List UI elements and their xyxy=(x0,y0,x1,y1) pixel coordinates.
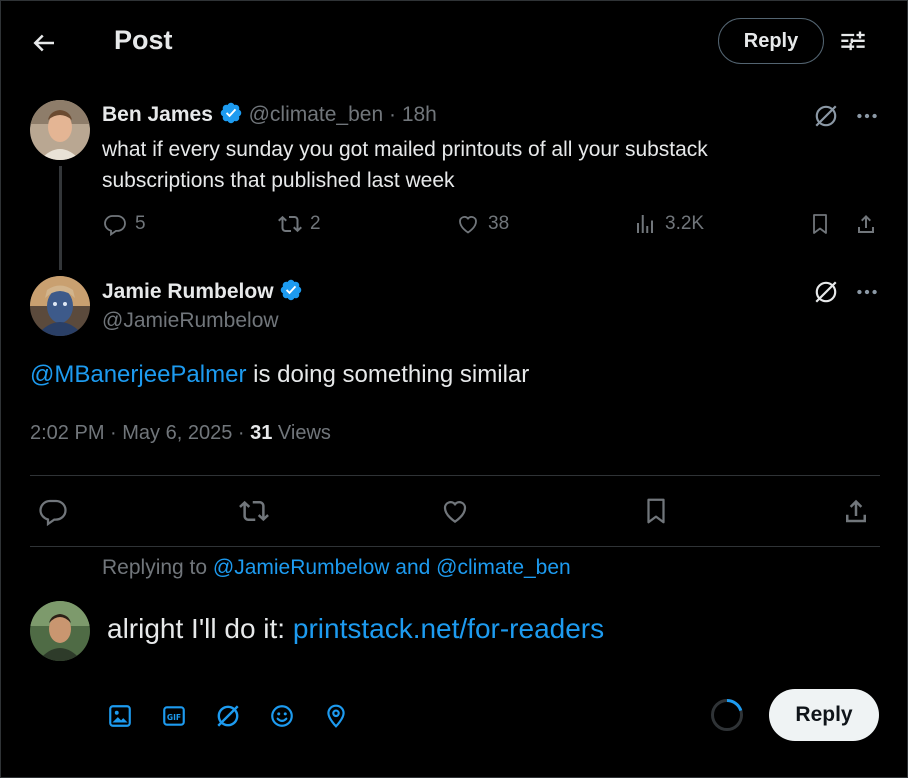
svg-text:GIF: GIF xyxy=(167,713,181,722)
author-handle[interactable]: @climate_ben xyxy=(249,103,384,126)
divider xyxy=(30,475,880,476)
replying-to-prefix: Replying to xyxy=(102,556,213,579)
main-tweet-text: @MBanerjeePalmer is doing something simi… xyxy=(30,361,529,389)
compose-link[interactable]: printstack.net/for-readers xyxy=(293,613,604,644)
share-icon xyxy=(858,215,874,233)
emoji-icon[interactable] xyxy=(269,703,295,729)
submit-reply-button[interactable]: Reply xyxy=(769,689,879,741)
author-name[interactable]: Jamie Rumbelow xyxy=(102,280,274,303)
verified-badge-icon xyxy=(279,278,303,302)
avatar-current-user[interactable] xyxy=(30,601,90,661)
post-page: Post Reply Ben James @climate_ben · 18h … xyxy=(0,0,908,778)
repost-action[interactable]: 2 xyxy=(278,212,321,236)
reply-count: 5 xyxy=(135,213,146,234)
bookmark-button[interactable] xyxy=(641,496,671,526)
compose-text: alright I'll do it: xyxy=(107,613,293,644)
grok-icon[interactable] xyxy=(215,703,241,729)
main-tweet-author: Jamie Rumbelow xyxy=(102,278,303,304)
like-button[interactable] xyxy=(440,496,470,526)
tweet-time[interactable]: · 18h xyxy=(389,103,437,126)
grok-icon[interactable] xyxy=(813,279,839,305)
repost-count: 2 xyxy=(310,213,321,234)
reply-bubble-icon xyxy=(104,215,126,236)
mention-link[interactable]: @MBanerjeePalmer xyxy=(30,361,246,388)
reply-compose-input[interactable]: alright I'll do it: printstack.net/for-r… xyxy=(107,613,604,645)
reply-button[interactable] xyxy=(38,496,68,526)
author-handle[interactable]: @JamieRumbelow xyxy=(102,309,279,333)
settings-sliders-icon[interactable] xyxy=(839,28,867,56)
views-label: Views xyxy=(272,422,331,444)
reply-bubble-icon xyxy=(39,499,67,526)
like-action[interactable]: 38 xyxy=(456,212,509,236)
replying-to-and: and xyxy=(389,556,437,579)
views-count: 31 xyxy=(250,422,273,444)
parent-tweet-header: Ben James @climate_ben · 18h xyxy=(102,101,437,127)
repost-button[interactable] xyxy=(239,496,269,526)
share-icon xyxy=(846,499,866,523)
avatar-jamie-rumbelow[interactable] xyxy=(30,276,90,336)
more-options-icon[interactable] xyxy=(854,103,880,129)
page-title: Post xyxy=(114,25,173,55)
bookmark-icon xyxy=(647,498,665,524)
parent-tweet-text: what if every sunday you got mailed prin… xyxy=(102,138,708,192)
bookmark-icon xyxy=(813,214,827,234)
main-tweet-body: is doing something similar xyxy=(246,361,530,388)
heart-icon xyxy=(459,216,477,234)
thread-line xyxy=(59,166,62,270)
like-count: 38 xyxy=(488,213,510,234)
divider xyxy=(30,546,880,547)
replying-to: Replying to @JamieRumbelow and @climate_… xyxy=(102,556,571,580)
share-action[interactable] xyxy=(854,212,886,236)
replying-to-user[interactable]: @climate_ben xyxy=(436,556,571,579)
more-options-icon[interactable] xyxy=(854,279,880,305)
repost-icon xyxy=(278,215,302,233)
header-reply-button[interactable]: Reply xyxy=(718,18,824,64)
grok-icon[interactable] xyxy=(813,103,839,129)
repost-icon xyxy=(239,500,269,522)
reply-action[interactable]: 5 xyxy=(103,212,146,236)
gif-icon[interactable]: GIF xyxy=(161,703,187,729)
avatar-ben-james[interactable] xyxy=(30,100,90,160)
bookmark-action[interactable] xyxy=(808,212,840,236)
views-count: 3.2K xyxy=(665,213,705,234)
views-action[interactable]: 3.2K xyxy=(633,212,704,236)
tweet-meta: 2:02 PM · May 6, 2025 · 31 Views xyxy=(30,422,331,445)
media-image-icon[interactable] xyxy=(107,703,133,729)
heart-icon xyxy=(443,501,467,523)
share-button[interactable] xyxy=(841,496,871,526)
analytics-icon xyxy=(637,215,653,233)
author-name[interactable]: Ben James xyxy=(102,103,213,126)
tweet-timestamp[interactable]: 2:02 PM · May 6, 2025 · xyxy=(30,422,250,444)
back-arrow-icon[interactable] xyxy=(29,28,59,58)
character-count-progress xyxy=(710,698,744,732)
location-pin-icon[interactable] xyxy=(323,703,349,729)
verified-badge-icon xyxy=(219,101,243,125)
replying-to-user[interactable]: @JamieRumbelow xyxy=(213,556,390,579)
